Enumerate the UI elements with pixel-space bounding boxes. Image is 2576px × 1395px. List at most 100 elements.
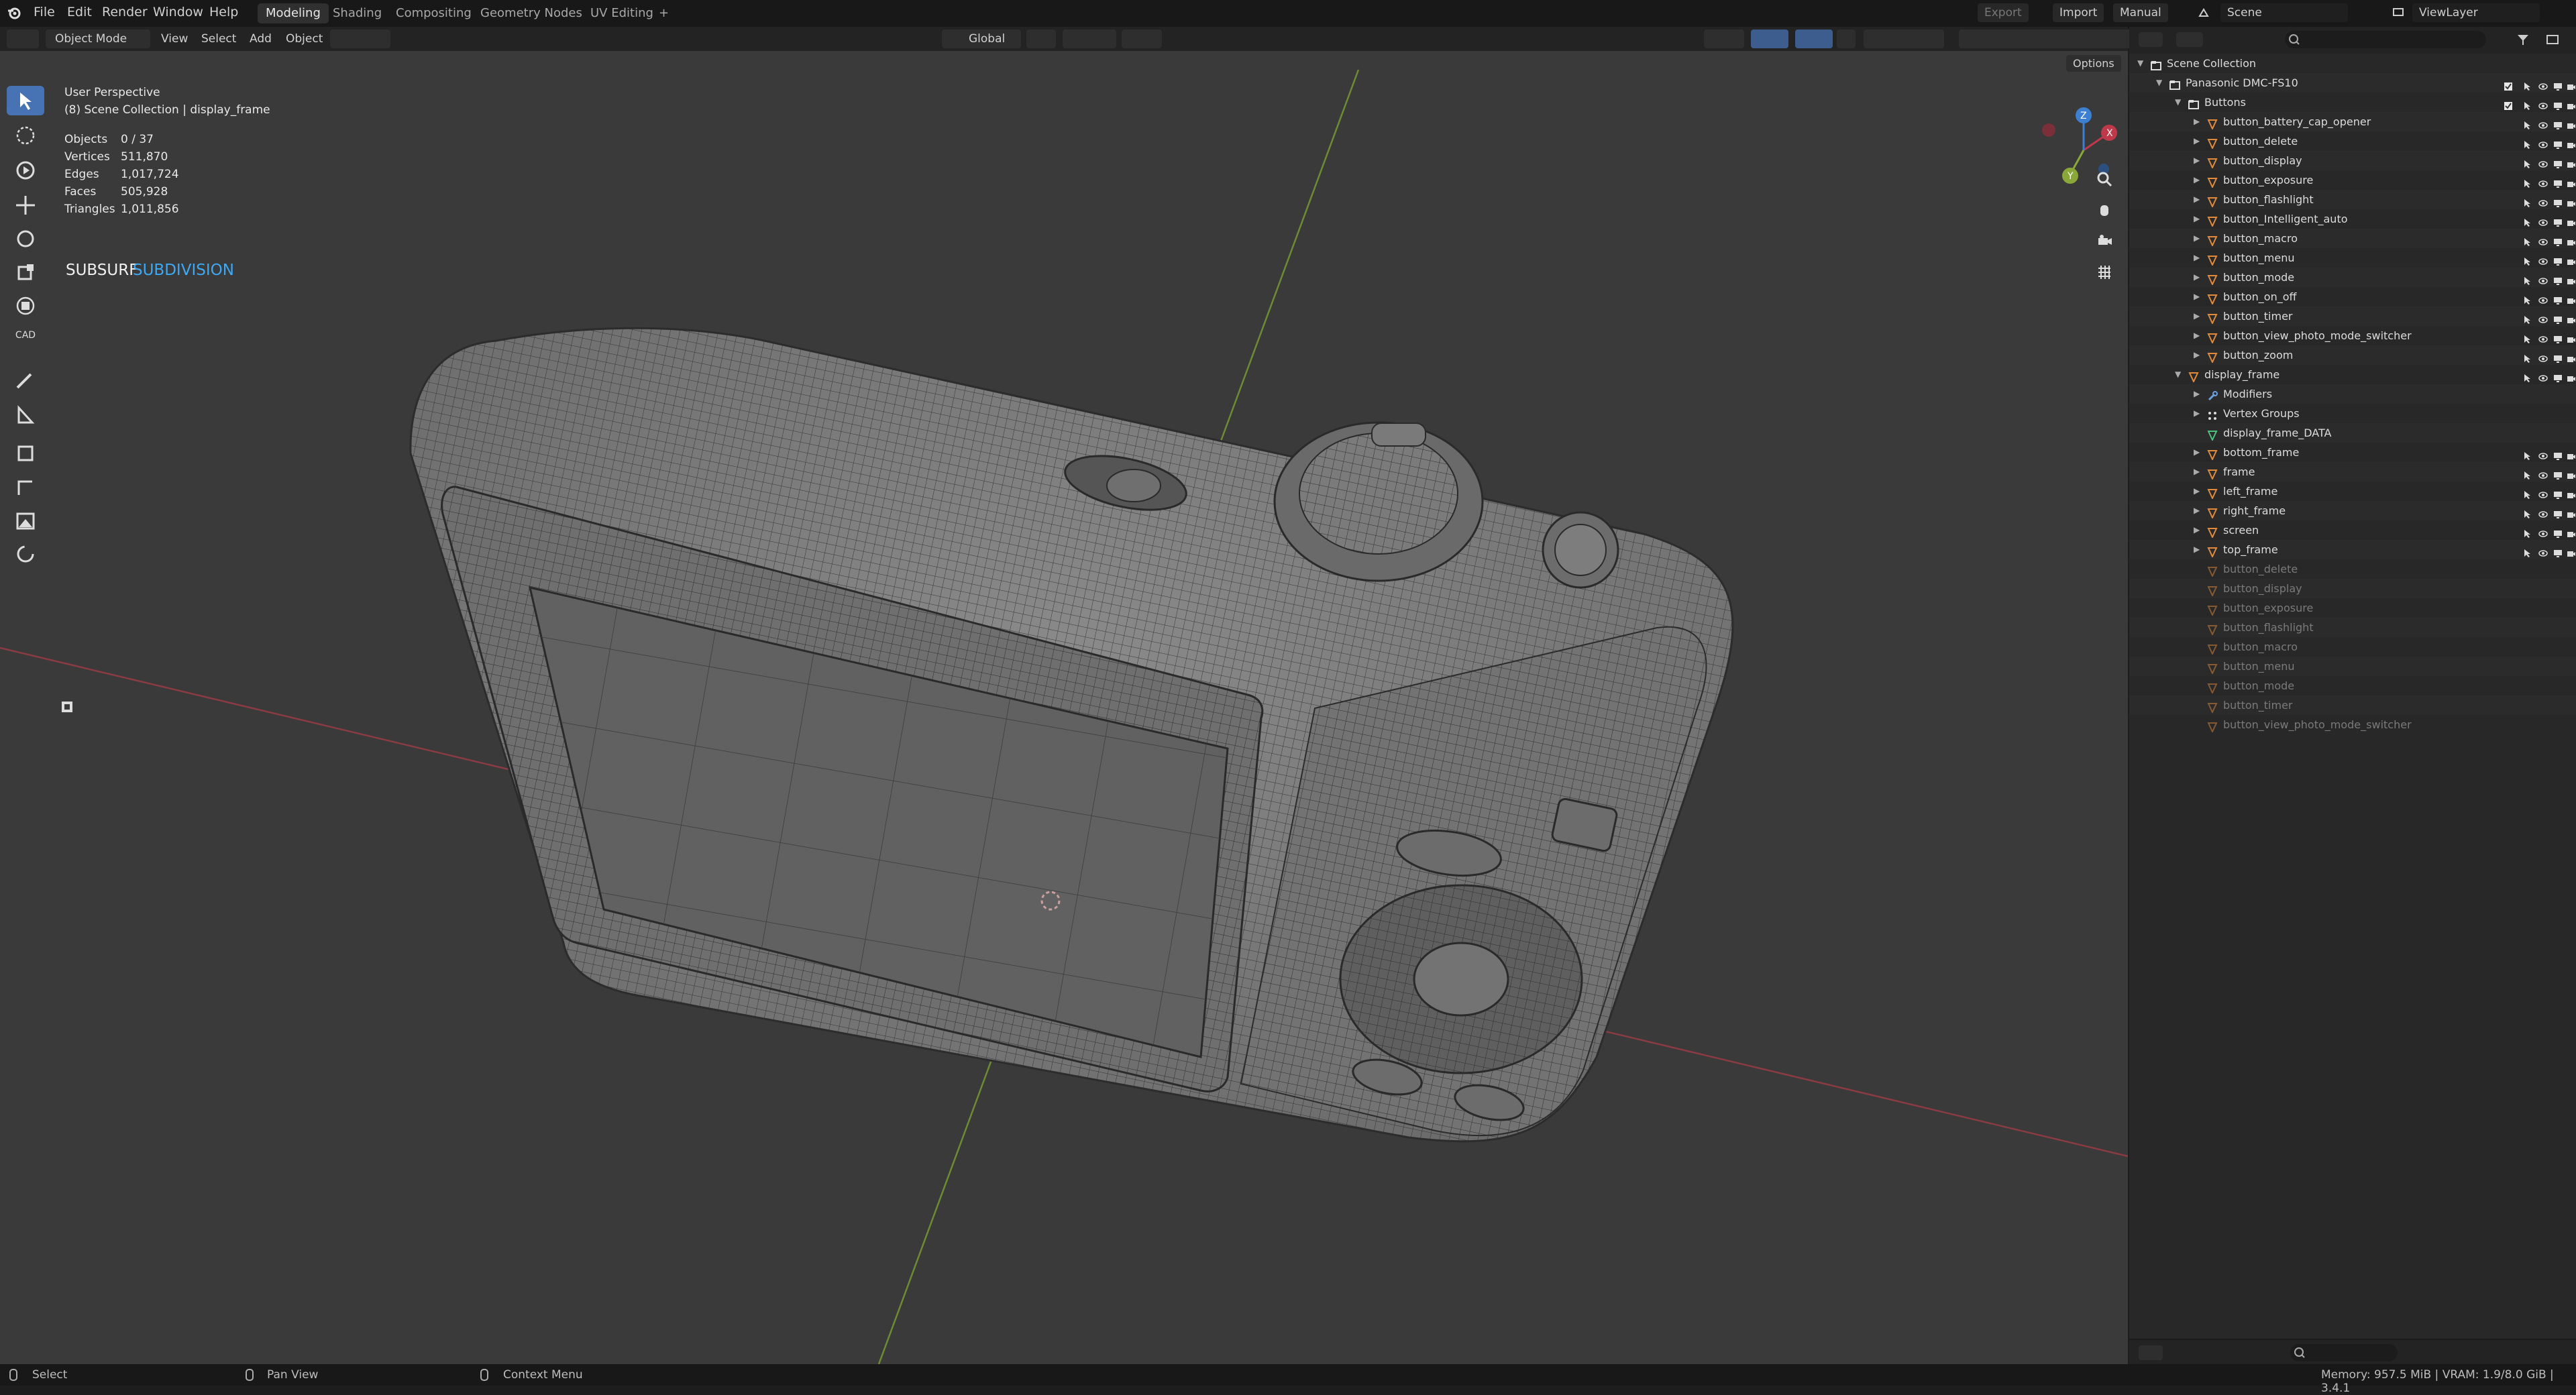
outliner-row[interactable]: ▶ button_on_off — [2129, 287, 2576, 306]
pan-hand-icon[interactable] — [2096, 201, 2113, 219]
monitor-icon[interactable] — [2553, 486, 2563, 499]
expand-arrow-icon[interactable]: ▶ — [2194, 151, 2200, 170]
select-arrow-icon[interactable] — [2522, 97, 2532, 110]
outliner-row[interactable]: ▶ button_Intelligent_auto — [2129, 209, 2576, 229]
monitor-icon[interactable] — [2553, 233, 2563, 246]
outliner-row[interactable]: ▼ display_frame — [2129, 365, 2576, 384]
add-cube-tool-icon[interactable] — [7, 437, 44, 467]
monitor-icon[interactable] — [2553, 136, 2563, 149]
menu-help[interactable]: Help — [209, 5, 238, 19]
import-button[interactable]: Import — [2053, 3, 2104, 22]
outliner-search-input[interactable] — [2285, 31, 2486, 48]
outliner-row[interactable]: ▼ Buttons — [2129, 93, 2576, 112]
properties-editor-icon[interactable] — [2139, 1345, 2163, 1360]
add-menu[interactable]: Add — [250, 30, 272, 48]
camera-icon[interactable] — [2567, 525, 2576, 537]
expand-arrow-icon[interactable]: ▶ — [2194, 112, 2200, 131]
camera-icon[interactable] — [2567, 331, 2576, 343]
outliner-row[interactable]: ▶ button_mode — [2129, 268, 2576, 287]
outliner-row[interactable]: ▶ button_macro — [2129, 229, 2576, 248]
xray-toggle[interactable] — [1837, 30, 1856, 48]
select-arrow-icon[interactable] — [2522, 253, 2532, 266]
outliner-row[interactable]: button_display — [2129, 579, 2576, 598]
select-menu[interactable]: Select — [201, 30, 236, 48]
monitor-icon[interactable] — [2553, 545, 2563, 557]
camera-icon[interactable] — [2567, 311, 2576, 323]
menu-file[interactable]: File — [34, 5, 55, 19]
tab-modeling[interactable]: Modeling — [258, 3, 329, 23]
export-button[interactable]: Export — [1978, 3, 2029, 22]
add-arc-tool-icon[interactable] — [7, 472, 44, 502]
camera-icon[interactable] — [2567, 78, 2576, 90]
camera-icon[interactable] — [2567, 506, 2576, 518]
expand-arrow-icon[interactable]: ▶ — [2194, 462, 2200, 482]
eye-icon[interactable] — [2538, 253, 2548, 265]
outliner-row[interactable]: ▼ Panasonic DMC-FS10 — [2129, 73, 2576, 93]
camera-icon[interactable] — [2567, 370, 2576, 382]
camera-icon[interactable] — [2567, 350, 2576, 362]
camera-view-icon[interactable] — [2096, 232, 2113, 249]
expand-arrow-icon[interactable]: ▼ — [2175, 365, 2181, 384]
visibility-selector[interactable] — [1704, 30, 1744, 48]
monitor-icon[interactable] — [2553, 350, 2563, 363]
outliner-row[interactable]: ▼ Scene Collection — [2129, 54, 2576, 73]
menu-window[interactable]: Window — [153, 5, 203, 19]
monitor-icon[interactable] — [2553, 117, 2563, 129]
camera-icon[interactable] — [2567, 292, 2576, 304]
checkbox-icon[interactable] — [2504, 97, 2513, 110]
side-panel-toggle-icon[interactable] — [59, 699, 75, 715]
eye-icon[interactable] — [2538, 214, 2548, 226]
scale-tool-icon[interactable] — [7, 258, 44, 287]
annotate-tool-icon[interactable] — [7, 366, 44, 396]
tab-geometry-nodes[interactable]: Geometry Nodes — [472, 3, 590, 23]
expand-arrow-icon[interactable]: ▶ — [2194, 540, 2200, 559]
viewlayer-selector[interactable]: ViewLayer — [2412, 3, 2540, 22]
eye-icon[interactable] — [2538, 331, 2548, 343]
outliner-row[interactable]: ▶ frame — [2129, 462, 2576, 482]
outliner-row[interactable]: button_mode — [2129, 676, 2576, 695]
expand-arrow-icon[interactable]: ▶ — [2194, 501, 2200, 520]
monitor-icon[interactable] — [2553, 253, 2563, 266]
eye-icon[interactable] — [2538, 78, 2548, 90]
select-arrow-icon[interactable] — [2522, 311, 2532, 324]
eye-icon[interactable] — [2538, 272, 2548, 284]
select-arrow-icon[interactable] — [2522, 370, 2532, 382]
outliner-row[interactable]: ▶ button_view_photo_mode_switcher — [2129, 326, 2576, 345]
expand-arrow-icon[interactable]: ▶ — [2194, 482, 2200, 501]
select-arrow-icon[interactable] — [2522, 350, 2532, 363]
render-filter-icons[interactable] — [1959, 30, 2133, 48]
expand-arrow-icon[interactable]: ▶ — [2194, 306, 2200, 326]
camera-icon[interactable] — [2567, 156, 2576, 168]
outliner-row[interactable]: button_exposure — [2129, 598, 2576, 618]
camera-icon[interactable] — [2567, 175, 2576, 187]
properties-search-input[interactable] — [2290, 1344, 2398, 1361]
outliner-row[interactable]: button_menu — [2129, 657, 2576, 676]
outliner-row[interactable]: ▶ Modifiers — [2129, 384, 2576, 404]
zoom-icon[interactable] — [2096, 170, 2113, 188]
eye-icon[interactable] — [2538, 97, 2548, 109]
select-arrow-icon[interactable] — [2522, 156, 2532, 168]
monitor-icon[interactable] — [2553, 156, 2563, 168]
outliner-row[interactable]: button_delete — [2129, 559, 2576, 579]
expand-arrow-icon[interactable]: ▶ — [2194, 229, 2200, 248]
outliner-row[interactable]: ▶ button_exposure — [2129, 170, 2576, 190]
tab-uv-editing[interactable]: UV Editing — [582, 3, 661, 23]
outliner-editor-icon[interactable] — [2139, 32, 2163, 47]
camera-icon[interactable] — [2567, 545, 2576, 557]
outliner-row[interactable]: ▶ button_menu — [2129, 248, 2576, 268]
eye-icon[interactable] — [2538, 370, 2548, 382]
new-collection-icon[interactable] — [2545, 32, 2560, 47]
monitor-icon[interactable] — [2553, 272, 2563, 285]
image-tool-icon[interactable] — [7, 506, 44, 535]
editor-type-selector[interactable] — [7, 30, 39, 48]
pivot-selector[interactable] — [1026, 30, 1056, 48]
add-workspace-button[interactable]: + — [651, 3, 677, 23]
expand-arrow-icon[interactable]: ▶ — [2194, 131, 2200, 151]
select-arrow-icon[interactable] — [2522, 175, 2532, 188]
shading-modes[interactable] — [1864, 30, 1944, 48]
expand-arrow-icon[interactable]: ▶ — [2194, 326, 2200, 345]
cad-tool[interactable]: CAD — [7, 329, 44, 358]
expand-arrow-icon[interactable]: ▼ — [2137, 54, 2143, 73]
ortho-grid-icon[interactable] — [2096, 263, 2113, 280]
select-arrow-icon[interactable] — [2522, 117, 2532, 129]
